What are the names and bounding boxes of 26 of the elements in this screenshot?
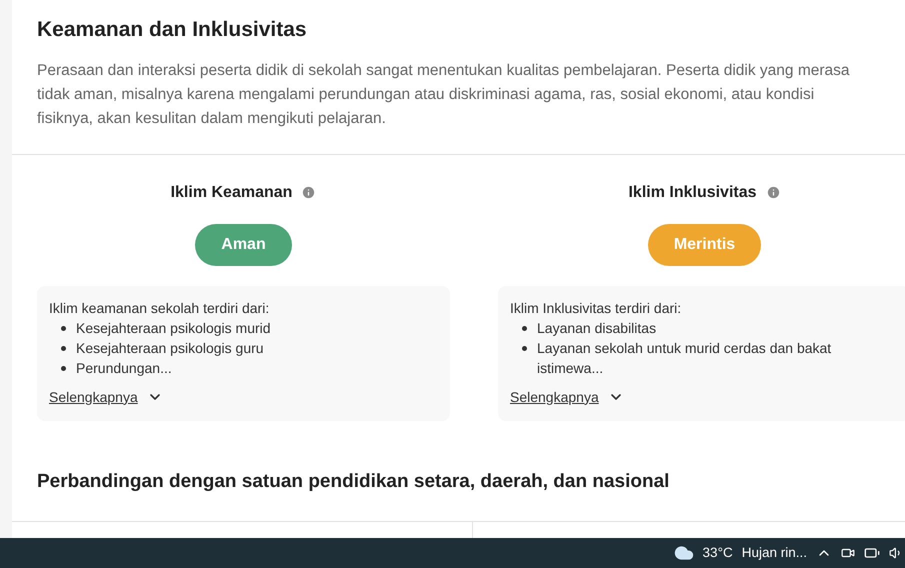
camera-icon[interactable] [841, 546, 855, 560]
section-title: Keamanan dan Inklusivitas [37, 17, 308, 43]
bullet-icon [522, 326, 527, 330]
status-badge: Merintis [648, 224, 762, 266]
list-item: Kesejahteraan psikologis murid [76, 318, 272, 338]
climate-title: Iklim Keamanan [170, 182, 292, 202]
more-link[interactable]: Selengkapnya [510, 386, 624, 408]
climate-title: Iklim Inklusivitas [628, 182, 757, 202]
comparison-title: Perbandingan dengan satuan pendidikan setara, daerah, dan nasional [36, 470, 670, 494]
bullet-icon [61, 366, 66, 370]
list-item: Layanan sekolah untuk murid cerdas dan bakat istimewa... [537, 338, 832, 378]
bullet-icon [522, 346, 527, 350]
more-link[interactable]: Selengkapnya [49, 386, 163, 408]
info-icon[interactable] [301, 185, 316, 200]
section-description: Perasaan dan interaksi peserta didik di sekolah sangat menentukan kualitas pembelajaran. Peserta didik yang merasa tidak aman, misalnya karena mengalami perundungan atau diskriminasi agama, ras, sosial ekonomi, atau kondisi fisiknya, akan kesulitan dalam mengikuti pelajaran. [37, 60, 851, 128]
list-item: Kesejahteraan psikologis guru [76, 338, 265, 358]
list-item: Perundungan... [76, 358, 173, 378]
card-intro: Iklim Inklusivitas terdiri dari: [510, 298, 682, 318]
list-item: Layanan disabilitas [537, 318, 658, 338]
info-icon[interactable] [766, 185, 781, 200]
weather-text[interactable]: Hujan rin... [742, 542, 807, 564]
temperature[interactable]: 33°C [702, 542, 733, 564]
card-intro: Iklim keamanan sekolah terdiri dari: [49, 298, 270, 318]
bullet-icon [61, 326, 66, 330]
status-badge: Aman [195, 224, 292, 266]
bullet-icon [61, 346, 66, 350]
